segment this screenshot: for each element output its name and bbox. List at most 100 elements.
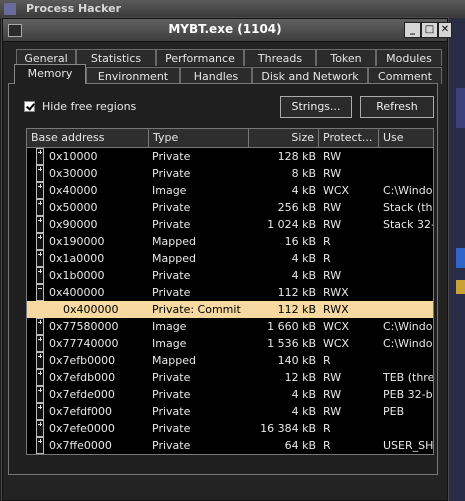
cell-use: C:\Window	[383, 320, 433, 333]
expand-icon[interactable]	[36, 250, 45, 267]
cell-protection: RW	[323, 405, 342, 418]
cell-size: 4 kB	[291, 405, 316, 418]
column-header-type[interactable]: Type	[149, 129, 249, 147]
expand-icon[interactable]	[36, 182, 45, 199]
table-row[interactable]: 0x30000 Private 8 kB RW	[27, 165, 433, 182]
cell-base-address: 0x1b0000	[49, 269, 105, 282]
cell-size: 4 kB	[291, 252, 316, 265]
list-header: Base address Type Size Protect... Use	[27, 129, 433, 148]
cell-size: 112 kB	[277, 286, 316, 299]
cell-size: 112 kB	[277, 303, 316, 316]
cell-protection: RWX	[323, 286, 349, 299]
table-row[interactable]: 0x7efdf000 Private 4 kB RW PEB	[27, 403, 433, 420]
table-row[interactable]: 0x90000Private1 024 kBRWStack 32-b	[27, 216, 433, 233]
cell-use	[383, 352, 433, 369]
cell-use	[383, 233, 433, 250]
table-row[interactable]: 0x77580000Image1 660 kBWCXC:\Window	[27, 318, 433, 335]
tab-modules[interactable]: Modules	[376, 49, 442, 66]
cell-base-address: 0x190000	[49, 235, 105, 248]
background-app-edge	[448, 18, 465, 501]
cell-protection: RW	[323, 150, 342, 163]
expand-icon[interactable]	[36, 148, 45, 165]
hide-free-regions-checkbox[interactable]	[24, 101, 35, 112]
window-titlebar[interactable]: MYBT.exe (1104) _ □ ✕	[3, 19, 452, 42]
table-row[interactable]: 0x7ffe0000Private64 kBRUSER_SHA	[27, 437, 433, 454]
expand-icon[interactable]	[36, 420, 45, 437]
close-button[interactable]: ✕	[438, 22, 452, 38]
expand-icon[interactable]	[36, 437, 45, 454]
table-row[interactable]: 0x7efe0000 Private 16 384 kB R	[27, 420, 433, 437]
cell-protection: R	[323, 422, 331, 435]
cell-base-address: 0x7efde000	[49, 388, 115, 401]
cell-use: C:\Window	[383, 184, 433, 197]
cell-base-address: 0x400000	[63, 303, 119, 316]
column-header-size[interactable]: Size	[249, 129, 319, 147]
table-row[interactable]: 0x400000 Private: Commit 112 kB RWX	[27, 301, 433, 318]
cell-use	[383, 148, 433, 165]
tab-environment[interactable]: Environment	[86, 67, 180, 84]
cell-use	[383, 250, 433, 267]
minimize-button[interactable]: _	[404, 22, 421, 38]
memory-regions-list[interactable]: Base address Type Size Protect... Use 0x…	[26, 128, 434, 455]
cell-size: 4 kB	[291, 184, 316, 197]
table-row[interactable]: 0x77740000Image1 536 kBWCXC:\Window	[27, 335, 433, 352]
expand-icon[interactable]	[36, 335, 45, 352]
expand-icon[interactable]	[36, 369, 45, 386]
tab-handles[interactable]: Handles	[180, 67, 252, 84]
collapse-icon[interactable]	[36, 284, 45, 301]
expand-icon[interactable]	[36, 318, 45, 335]
maximize-button[interactable]: □	[421, 22, 438, 38]
table-row[interactable]: 0x400000 Private 112 kB RWX	[27, 284, 433, 301]
expand-icon[interactable]	[36, 386, 45, 403]
column-header-use[interactable]: Use	[379, 129, 433, 147]
tab-memory[interactable]: Memory	[14, 64, 86, 84]
tab-token[interactable]: Token	[316, 49, 376, 66]
tab-threads[interactable]: Threads	[244, 49, 316, 66]
cell-protection: R	[323, 235, 331, 248]
expand-icon[interactable]	[36, 216, 45, 233]
cell-protection: RW	[323, 201, 342, 214]
cell-size: 140 kB	[277, 354, 316, 367]
refresh-button[interactable]: Refresh	[360, 96, 434, 118]
cell-size: 16 384 kB	[260, 422, 316, 435]
tab-statistics[interactable]: Statistics	[76, 49, 156, 66]
cell-use	[383, 420, 433, 437]
cell-protection: RW	[323, 218, 342, 231]
cell-base-address: 0x30000	[49, 167, 98, 180]
window-title: MYBT.exe (1104)	[168, 22, 282, 36]
column-header-base-address[interactable]: Base address	[27, 129, 149, 147]
hide-free-regions-label[interactable]: Hide free regions	[42, 100, 136, 113]
table-row[interactable]: 0x7efde000Private4 kBRWPEB 32-bit	[27, 386, 433, 403]
expand-icon[interactable]	[36, 267, 45, 284]
cell-use: TEB (threa	[383, 371, 433, 384]
table-row[interactable]: 0x40000Image4 kBWCXC:\Window	[27, 182, 433, 199]
expand-icon[interactable]	[36, 403, 45, 420]
table-row[interactable]: 0x10000 Private 128 kB RW	[27, 148, 433, 165]
expand-icon[interactable]	[36, 352, 45, 369]
cell-protection: R	[323, 439, 331, 452]
table-row[interactable]: 0x1b0000 Private 4 kB RW	[27, 267, 433, 284]
expand-icon[interactable]	[36, 233, 45, 250]
cell-base-address: 0x400000	[49, 286, 105, 299]
table-row[interactable]: 0x1a0000 Mapped 4 kB R	[27, 250, 433, 267]
cell-base-address: 0x7efb0000	[49, 354, 116, 367]
column-header-protection[interactable]: Protect...	[319, 129, 379, 147]
cell-protection: RWX	[323, 303, 349, 316]
cell-protection: WCX	[323, 320, 350, 333]
cell-base-address: 0x7efdb000	[49, 371, 116, 384]
cell-size: 12 kB	[284, 371, 316, 384]
cell-base-address: 0x7efdf000	[49, 405, 112, 418]
table-row[interactable]: 0x7efb0000 Mapped 140 kB R	[27, 352, 433, 369]
table-row[interactable]: 0x190000 Mapped 16 kB R	[27, 233, 433, 250]
cell-protection: RW	[323, 269, 342, 282]
tab-disk-and-network[interactable]: Disk and Network	[252, 67, 368, 84]
cell-use: USER_SHA	[383, 439, 433, 452]
expand-icon[interactable]	[36, 199, 45, 216]
table-row[interactable]: 0x50000Private256 kBRWStack (thre	[27, 199, 433, 216]
expand-icon[interactable]	[36, 165, 45, 182]
cell-protection: WCX	[323, 337, 350, 350]
tab-comment[interactable]: Comment	[368, 67, 442, 84]
tab-performance[interactable]: Performance	[156, 49, 244, 66]
strings-button[interactable]: Strings...	[280, 96, 352, 118]
table-row[interactable]: 0x7efdb000Private12 kBRWTEB (threa	[27, 369, 433, 386]
